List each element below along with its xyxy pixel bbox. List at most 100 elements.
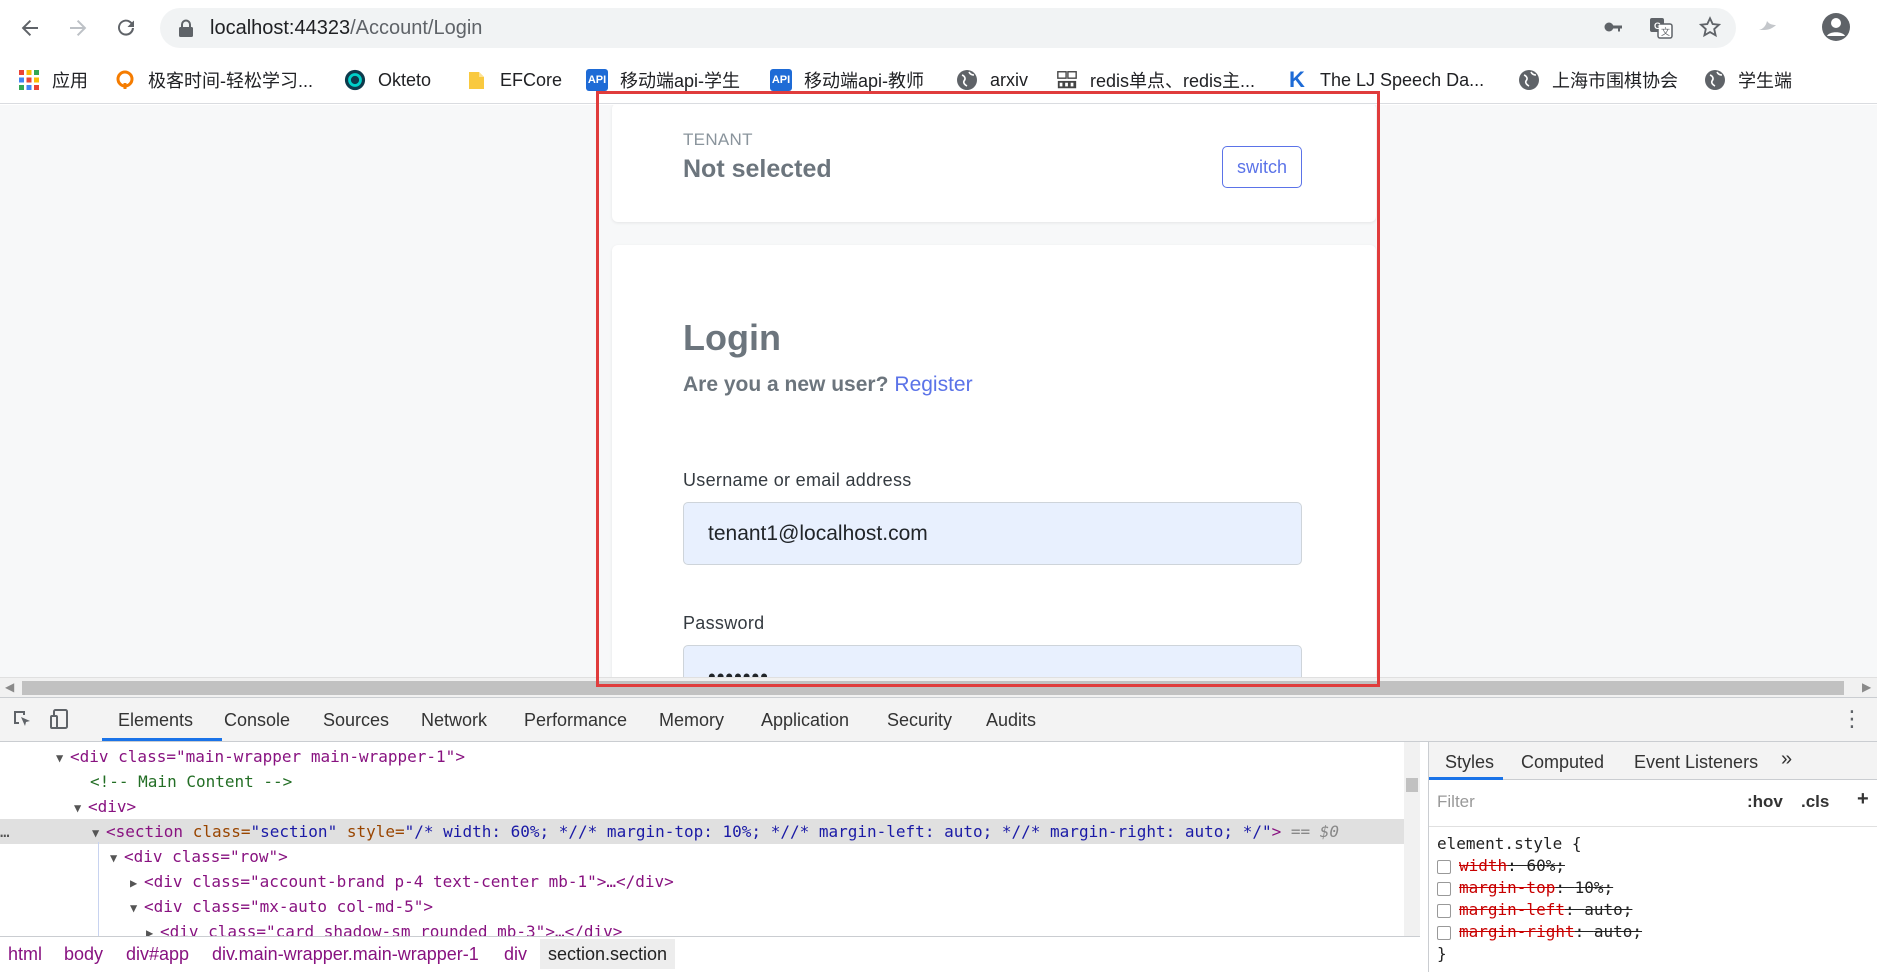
dom-node[interactable]: ▼ <div class="main-wrapper main-wrapper-1…	[56, 744, 465, 769]
elements-scrollbar[interactable]	[1404, 742, 1420, 936]
bookmark-student-portal[interactable]: 学生端	[1704, 66, 1792, 94]
expand-icon[interactable]: ▼	[74, 796, 88, 821]
prop-value[interactable]: 60%;	[1526, 856, 1565, 875]
node-text: <div class="row">	[124, 847, 288, 866]
scrollbar-thumb[interactable]	[1406, 778, 1418, 792]
star-icon[interactable]	[1697, 16, 1723, 40]
style-prop-row[interactable]: margin-left: auto;	[1437, 900, 1632, 919]
collapse-icon[interactable]: ▶	[130, 871, 144, 896]
prop-name[interactable]: margin-left	[1459, 900, 1565, 919]
add-rule-icon[interactable]: +	[1857, 788, 1869, 811]
bookmark-arxiv[interactable]: arxiv	[956, 66, 1028, 94]
api-icon: API	[586, 69, 608, 91]
breadcrumb-main-wrapper[interactable]: div.main-wrapper.main-wrapper-1	[212, 944, 479, 965]
scrollbar-thumb[interactable]	[22, 681, 1844, 695]
prop-name[interactable]: margin-top	[1459, 878, 1555, 897]
tab-elements[interactable]: Elements	[118, 710, 193, 731]
prop-value[interactable]: auto;	[1584, 900, 1632, 919]
prop-value[interactable]: 10%;	[1575, 878, 1614, 897]
lock-icon[interactable]	[178, 19, 194, 37]
svg-text:文: 文	[1661, 26, 1670, 38]
hov-toggle[interactable]: :hov	[1747, 792, 1783, 812]
expand-icon[interactable]: ▼	[130, 896, 144, 921]
prop-name[interactable]: margin-right	[1459, 922, 1575, 941]
tab-performance[interactable]: Performance	[524, 710, 627, 731]
breadcrumb-app[interactable]: div#app	[126, 944, 189, 965]
breadcrumb-html[interactable]: html	[8, 944, 42, 965]
bookmark-geektime[interactable]: 极客时间-轻松学习...	[114, 66, 313, 94]
inspect-element-icon[interactable]	[10, 708, 34, 732]
url-text[interactable]: localhost:44323/Account/Login	[210, 17, 482, 40]
horizontal-scrollbar[interactable]: ◀ ▶	[0, 677, 1877, 697]
bookmark-okteto[interactable]: Okteto	[344, 66, 431, 94]
bookmark-mobile-api-student[interactable]: API 移动端api-学生	[586, 66, 740, 94]
dom-node[interactable]: ▶ <div class="account-brand p-4 text-cent…	[130, 869, 674, 894]
tab-memory[interactable]: Memory	[659, 710, 724, 731]
more-tabs-icon[interactable]: »	[1781, 748, 1792, 771]
bookmark-label: redis单点、redis主...	[1090, 71, 1256, 91]
register-link[interactable]: Register	[894, 373, 972, 396]
dom-node-selected[interactable]: … ▼ <section class="section" style="/* wid…	[0, 819, 1404, 844]
prop-checkbox[interactable]	[1437, 925, 1451, 940]
tab-console[interactable]: Console	[224, 710, 290, 731]
expand-icon[interactable]: ▼	[92, 821, 106, 846]
redis-icon	[1056, 69, 1078, 91]
tab-sources[interactable]: Sources	[323, 710, 389, 731]
login-title: Login	[683, 317, 781, 358]
tab-application[interactable]: Application	[761, 710, 849, 731]
collapse-icon[interactable]: ▶	[146, 921, 160, 936]
scroll-right-icon[interactable]: ▶	[1862, 680, 1871, 694]
translate-icon[interactable]: G文	[1648, 16, 1674, 40]
tab-event-listeners[interactable]: Event Listeners	[1634, 752, 1758, 773]
breadcrumb-div[interactable]: div	[504, 944, 527, 965]
tab-security[interactable]: Security	[887, 710, 952, 731]
tab-audits[interactable]: Audits	[986, 710, 1036, 731]
address-bar[interactable]: localhost:44323/Account/Login G文	[160, 8, 1736, 48]
bookmark-mobile-api-teacher[interactable]: API 移动端api-教师	[770, 66, 924, 94]
bookmark-apps[interactable]: 应用	[18, 66, 88, 94]
prop-checkbox[interactable]	[1437, 903, 1451, 918]
prop-name[interactable]: width	[1459, 856, 1507, 875]
dom-node[interactable]: ▼ <div class="row">	[110, 844, 288, 869]
dom-node[interactable]: ▶ <div class="card shadow-sm rounded mb-3…	[146, 919, 622, 936]
prop-checkbox[interactable]	[1437, 859, 1451, 874]
node-text: <div class="account-brand p-4 text-cente…	[144, 872, 674, 891]
style-prop-row[interactable]: margin-right: auto;	[1437, 922, 1642, 941]
styles-filter-input[interactable]: Filter	[1437, 786, 1737, 818]
style-prop-row[interactable]: width: 60%;	[1437, 856, 1565, 875]
profile-icon[interactable]	[1820, 12, 1852, 44]
forward-icon[interactable]	[62, 12, 94, 44]
dom-node[interactable]: ▼ <div>	[74, 794, 136, 819]
bookmarks-bar: 应用 极客时间-轻松学习... Okteto EFCore API 移动端api…	[0, 56, 1877, 104]
style-prop-row[interactable]: margin-top: 10%;	[1437, 878, 1613, 897]
tab-computed[interactable]: Computed	[1521, 752, 1604, 773]
prop-checkbox[interactable]	[1437, 881, 1451, 896]
tab-styles[interactable]: Styles	[1445, 752, 1494, 773]
breadcrumb-section[interactable]: section.section	[540, 939, 676, 969]
extension-bird-icon[interactable]	[1752, 12, 1784, 44]
dom-node[interactable]: ▼ <div class="mx-auto col-md-5">	[130, 894, 433, 919]
back-icon[interactable]	[14, 12, 46, 44]
scroll-left-icon[interactable]: ◀	[5, 680, 14, 694]
dom-comment[interactable]: <!-- Main Content -->	[90, 769, 292, 794]
expand-icon[interactable]: ▼	[110, 846, 124, 871]
device-toolbar-icon[interactable]	[48, 708, 72, 732]
bookmark-redis[interactable]: redis单点、redis主...	[1056, 66, 1255, 94]
prop-value[interactable]: auto;	[1594, 922, 1642, 941]
cls-toggle[interactable]: .cls	[1801, 792, 1829, 812]
expand-icon[interactable]: ▼	[56, 746, 70, 771]
styles-pane: Styles Computed Event Listeners » Filter…	[1428, 742, 1877, 972]
bookmark-efcore[interactable]: EFCore	[466, 66, 562, 94]
username-input[interactable]: tenant1@localhost.com	[683, 502, 1302, 565]
password-input[interactable]: •••••••	[683, 645, 1302, 677]
breadcrumb-body[interactable]: body	[64, 944, 103, 965]
tab-network[interactable]: Network	[421, 710, 487, 731]
bookmark-label: arxiv	[990, 69, 1029, 90]
style-rule-header[interactable]: element.style {	[1437, 834, 1582, 853]
more-options-icon[interactable]: ⋮	[1840, 708, 1864, 732]
bookmark-go-association[interactable]: 上海市围棋协会	[1518, 66, 1678, 94]
reload-icon[interactable]	[110, 12, 142, 44]
switch-tenant-button[interactable]: switch	[1222, 146, 1302, 188]
bookmark-lj-speech[interactable]: K The LJ Speech Da...	[1286, 66, 1484, 94]
key-icon[interactable]	[1600, 16, 1626, 40]
